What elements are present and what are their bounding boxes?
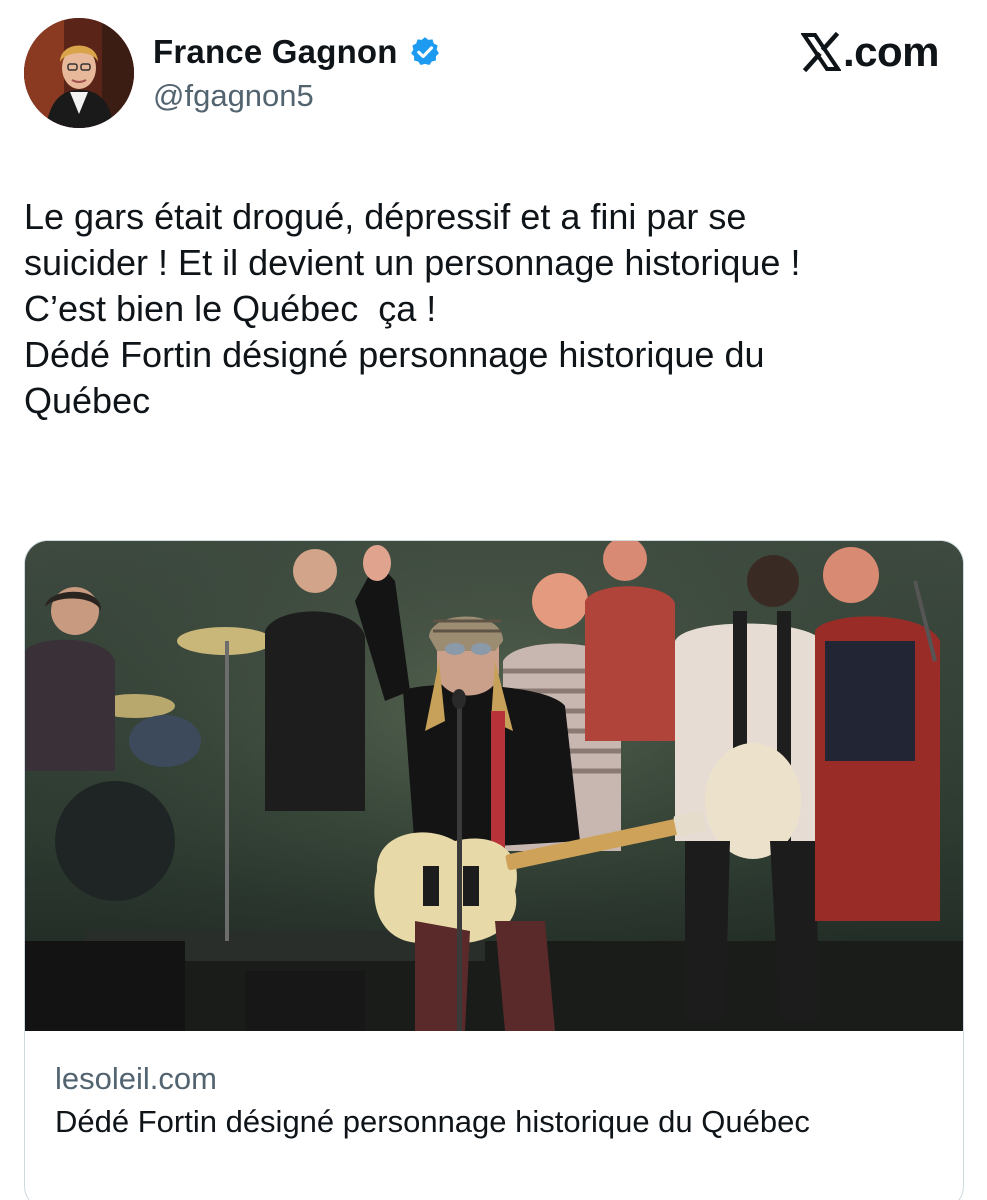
author-handle[interactable]: @fgagnon5 xyxy=(153,78,314,114)
concert-photo xyxy=(25,541,963,1031)
x-logo-icon xyxy=(800,31,842,73)
author-avatar[interactable] xyxy=(24,18,134,128)
card-title[interactable]: Dédé Fortin désigné personnage historiqu… xyxy=(55,1101,935,1142)
author-display-name[interactable]: France Gagnon xyxy=(153,33,398,71)
tweet-line: C’est bien le Québec ça ! xyxy=(24,288,437,329)
author-name-row: France Gagnon xyxy=(153,30,442,74)
tweet-line: Le gars était drogué, dépressif et a fin… xyxy=(24,196,747,237)
verified-badge-icon xyxy=(408,35,442,69)
tweet-line: Dédé Fortin désigné personnage historiqu… xyxy=(24,334,765,375)
tweet-line: Québec xyxy=(24,380,151,421)
card-domain[interactable]: lesoleil.com xyxy=(55,1059,935,1099)
link-preview-card[interactable]: lesoleil.com Dédé Fortin désigné personn… xyxy=(24,540,964,1200)
card-meta: lesoleil.com Dédé Fortin désigné personn… xyxy=(55,1059,935,1142)
brand-logo: .com xyxy=(800,28,940,75)
card-image[interactable] xyxy=(25,541,963,1031)
avatar-image xyxy=(24,18,134,128)
tweet-line: suicider ! Et il devient un personnage h… xyxy=(24,242,801,283)
tweet-body: Le gars était drogué, dépressif et a fin… xyxy=(24,194,964,424)
tweet-header: France Gagnon @fgagnon5 .com xyxy=(0,0,987,140)
brand-domain-text: .com xyxy=(842,28,940,75)
